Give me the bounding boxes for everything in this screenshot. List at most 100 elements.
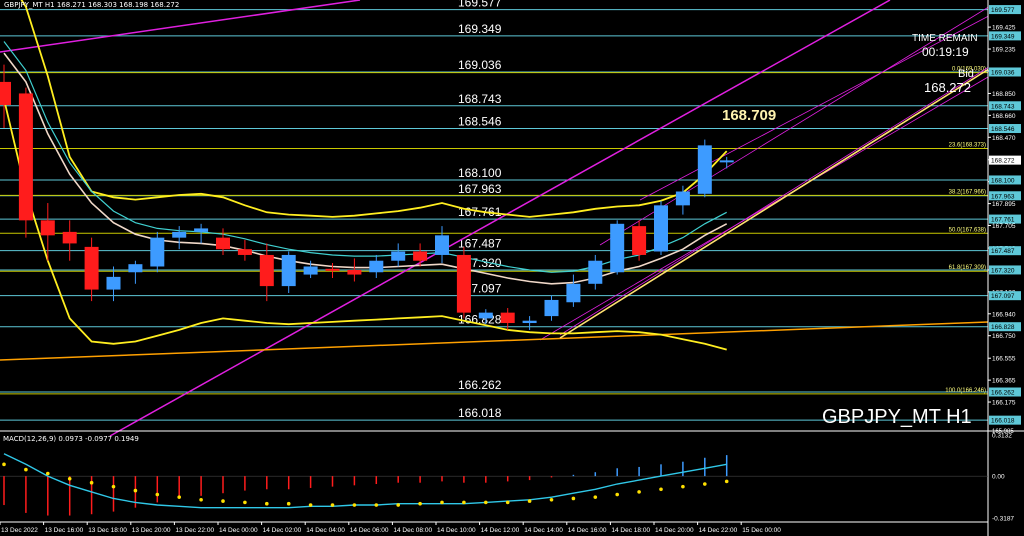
candle-bull — [369, 260, 384, 273]
candle-bull — [172, 231, 187, 238]
axis-badge-label: 169.577 — [991, 7, 1015, 14]
macd-signal-dot — [352, 503, 357, 507]
macd-signal-dot — [177, 495, 181, 499]
macd-signal-dot — [396, 503, 401, 507]
channel-line — [559, 59, 1001, 336]
fib-label: 23.6(168.373) — [949, 142, 986, 148]
macd-signal-dot — [615, 492, 619, 497]
time-tick-label: 14 Dec 22:00 — [699, 527, 738, 534]
fib-label: 61.8(167.309) — [949, 265, 986, 271]
current-high-label: 168.709 — [722, 107, 777, 124]
candle-bear — [40, 220, 55, 236]
pivot-label: 167.487 — [458, 237, 502, 251]
macd-signal-dot — [286, 501, 291, 506]
macd-axis-label: -0.3187 — [992, 516, 1014, 523]
candle-bear — [18, 93, 33, 221]
time-tick-label: 14 Dec 10:00 — [437, 527, 476, 534]
pivot-label: 168.546 — [458, 115, 502, 129]
candle-bull — [128, 264, 143, 273]
macd-signal-dot — [659, 487, 663, 492]
axis-tick-label: 166.940 — [992, 311, 1016, 318]
macd-signal-dot — [155, 492, 160, 497]
axis-badge-label: 167.487 — [991, 248, 1015, 255]
time-tick-label: 13 Dec 2022 — [1, 527, 38, 534]
fib-label: 50.0(167.638) — [949, 227, 986, 233]
time-tick-label: 13 Dec 22:00 — [175, 527, 214, 534]
candle-bull — [675, 191, 690, 206]
macd-title: MACD(12,26,9) 0.0973 -0.0977 0.1949 — [3, 435, 139, 443]
time-tick-label: 14 Dec 12:00 — [481, 527, 520, 534]
time-remain-value: 00:19:19 — [922, 45, 969, 59]
candle-bull — [391, 251, 406, 261]
candle-bull — [697, 145, 712, 194]
axis-tick-label: 167.895 — [992, 201, 1016, 208]
bollinger-upper — [20, 0, 728, 218]
time-axis: 13 Dec 2022 13 Dec 16:00 13 Dec 18:00 13 De… — [0, 521, 988, 534]
candle-bull — [303, 266, 318, 275]
chart-header: GBPJPY_MT H1 168.271 168.303 168.198 168… — [4, 1, 180, 9]
macd-signal-dot — [703, 482, 707, 486]
macd-signal-dot — [505, 500, 510, 505]
price-chart[interactable]: 169.577 169.349 169.036 168.743 168.546 168.1… — [0, 0, 1024, 536]
axis-tick-label: 169.235 — [992, 47, 1016, 54]
macd-signal-dot — [681, 484, 685, 489]
candle-bear — [456, 254, 471, 313]
macd-axis-top: 165.985 — [992, 429, 1014, 435]
axis-tick-label: 166.175 — [992, 400, 1016, 407]
time-tick-label: 14 Dec 18:00 — [611, 527, 650, 534]
time-tick-label: 14 Dec 20:00 — [655, 527, 694, 534]
macd-signal-dot — [221, 499, 225, 503]
macd-signal-dot — [243, 500, 247, 505]
axis-badge-label: 167.761 — [991, 217, 1015, 224]
axis-badge-label: 168.100 — [991, 177, 1015, 184]
macd-signal-dot — [133, 488, 138, 493]
pivot-label: 169.349 — [458, 22, 502, 36]
time-tick-label: 14 Dec 02:00 — [263, 527, 302, 534]
candle-bear — [413, 251, 428, 261]
axis-tick-label: 169.425 — [992, 25, 1016, 32]
time-tick-label: 14 Dec 06:00 — [350, 527, 389, 534]
time-tick-label: 14 Dec 08:00 — [393, 527, 432, 534]
candle-bull — [566, 283, 581, 303]
axis-badge-label: 169.036 — [991, 69, 1015, 76]
macd-signal-dot — [549, 497, 554, 502]
candle-bear — [84, 246, 99, 290]
axis-tick-label: 168.470 — [992, 135, 1016, 142]
time-tick-label: 14 Dec 16:00 — [568, 527, 607, 534]
macd-signal-dot — [24, 467, 28, 472]
macd-panel: 0.31320.00-0.3187165.985 — [0, 429, 1024, 523]
axis-badge-label: 167.320 — [991, 267, 1015, 274]
time-tick-label: 14 Dec 04:00 — [306, 527, 345, 534]
axis-tick-label: 166.555 — [992, 356, 1016, 363]
candle-bull — [281, 254, 296, 287]
axis-badge-label: 166.018 — [991, 418, 1015, 425]
axis-badge-label: 166.828 — [991, 324, 1015, 331]
candle-bear — [216, 237, 230, 250]
candle-bull — [610, 223, 625, 273]
macd-signal-dot — [330, 503, 335, 507]
macd-signal-dot — [2, 462, 6, 467]
pivot-label: 166.262 — [458, 378, 502, 392]
chart-window[interactable]: 169.577 169.349 169.036 168.743 168.546 168.1… — [0, 0, 1024, 536]
macd-signal-dot — [89, 480, 94, 485]
axis-tick-label: 166.750 — [992, 333, 1016, 340]
pivot-levels: 169.577 169.349 169.036 168.743 168.546 168.1… — [0, 0, 988, 421]
pivot-label: 168.100 — [458, 166, 502, 180]
candle-bull — [478, 312, 493, 319]
time-tick-label: 14 Dec 14:00 — [524, 527, 563, 534]
fib-label: 100.0(166.246) — [945, 388, 986, 394]
macd-axis-label: 0.00 — [992, 474, 1005, 481]
axis-badge-label: 168.546 — [991, 126, 1015, 133]
pivot-label: 169.577 — [458, 0, 502, 10]
macd-signal-dot — [199, 497, 203, 502]
axis-badge-label: 166.262 — [991, 390, 1015, 397]
candle-bull — [588, 260, 603, 284]
time-tick-label: 14 Dec 00:00 — [219, 527, 258, 534]
axis-badge-label: 168.743 — [991, 103, 1015, 110]
candle-bear — [259, 254, 274, 287]
macd-signal-dot — [440, 500, 444, 505]
price-axis: 169.425169.235169.045168.850168.660168.4… — [987, 0, 1024, 536]
axis-tick-label: 168.850 — [992, 91, 1016, 98]
macd-signal-dot — [637, 490, 641, 494]
candle-bear — [62, 231, 77, 244]
